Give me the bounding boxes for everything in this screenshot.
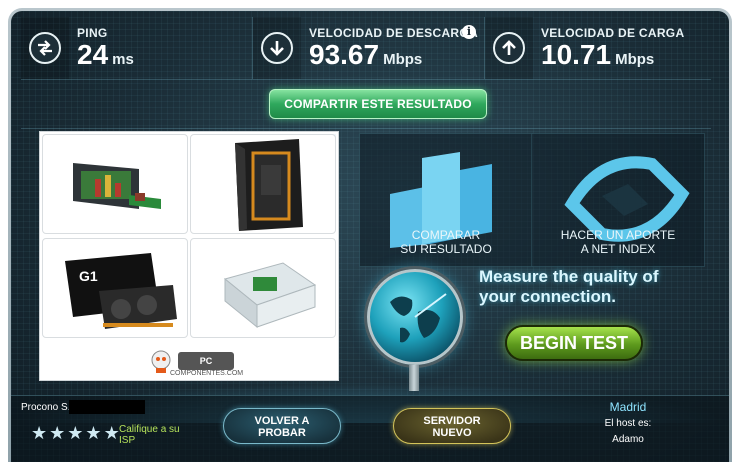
- ping-body: PING 24 ms: [77, 26, 134, 70]
- speedtest-frame: PING 24 ms VELOCIDAD DE DESCARGA 93.67 M…: [8, 8, 732, 462]
- ping-value: 24: [77, 39, 109, 70]
- upload-body: VELOCIDAD DE CARGA 10.71 Mbps: [541, 26, 684, 70]
- svg-text:G1: G1: [79, 268, 98, 284]
- measure-text: Measure the quality of your connection.: [479, 267, 658, 307]
- compare-result-panel[interactable]: COMPARAR SU RESULTADO: [359, 133, 533, 267]
- advertisement[interactable]: ▷ ✕: [39, 131, 339, 381]
- download-label: VELOCIDAD DE DESCARGA: [309, 26, 478, 40]
- ping-icon-wrap: [21, 17, 69, 79]
- measure-line1: Measure the quality of: [479, 267, 659, 286]
- donate-line2: A NET INDEX: [580, 242, 656, 256]
- redacted-block: [69, 400, 145, 414]
- upload-label: VELOCIDAD DE CARGA: [541, 26, 685, 40]
- download-value: 93.67: [309, 39, 380, 70]
- rate-line1: Califique a su: [119, 424, 180, 435]
- server-city: Madrid: [609, 400, 647, 414]
- upload-stat: VELOCIDAD DE CARGA 10.71 Mbps: [485, 17, 711, 79]
- ping-stat: PING 24 ms: [21, 17, 253, 79]
- download-unit: Mbps: [383, 51, 423, 68]
- compare-line1: COMPARAR: [411, 228, 481, 242]
- server-line1: SERVIDOR: [423, 415, 481, 427]
- ad-product-display-board[interactable]: [42, 134, 188, 234]
- ping-value-row: 24 ms: [77, 40, 134, 70]
- globe-icon: [367, 269, 463, 365]
- star-icon[interactable]: ★: [104, 424, 120, 442]
- ad-product-pc-case[interactable]: [190, 134, 336, 234]
- ad-product-graphics-card[interactable]: G1: [42, 238, 188, 338]
- pc-logo-text: PC: [178, 352, 234, 370]
- star-icon[interactable]: ★: [85, 424, 101, 442]
- retry-line2: PROBAR: [258, 427, 306, 439]
- retry-line1: VOLVER A: [254, 415, 310, 427]
- arrow-up-icon: [493, 32, 525, 64]
- server-info: Madrid El host es: Adamo: [543, 400, 713, 460]
- retry-button[interactable]: VOLVER A PROBAR: [223, 408, 341, 444]
- ad-product-raspberry-case[interactable]: [190, 238, 336, 338]
- download-body: VELOCIDAD DE DESCARGA 93.67 Mbps: [309, 26, 478, 70]
- star-icon[interactable]: ★: [49, 424, 65, 442]
- star-icon[interactable]: ★: [67, 424, 83, 442]
- share-result-button[interactable]: COMPARTIR ESTE RESULTADO: [269, 89, 487, 119]
- download-value-row: 93.67 Mbps: [309, 40, 478, 70]
- share-row: COMPARTIR ESTE RESULTADO: [21, 79, 711, 129]
- download-icon-wrap: [253, 17, 301, 79]
- compare-text: COMPARAR SU RESULTADO: [360, 228, 532, 256]
- donate-line1: HACER UN APORTE: [560, 228, 676, 242]
- globe-stand: [409, 365, 419, 391]
- ping-unit: ms: [112, 51, 134, 68]
- rate-line2: ISP: [119, 435, 136, 446]
- bottom-bar: Procono S.A. ★ ★ ★ ★ ★ Califique a su IS…: [11, 395, 729, 462]
- arrow-down-icon: [261, 32, 293, 64]
- download-stat: VELOCIDAD DE DESCARGA 93.67 Mbps i: [253, 17, 485, 79]
- new-server-button[interactable]: SERVIDOR NUEVO: [393, 408, 511, 444]
- isp-rating: Procono S.A. ★ ★ ★ ★ ★ Califique a su IS…: [21, 400, 189, 458]
- stats-bar: PING 24 ms VELOCIDAD DE DESCARGA 93.67 M…: [21, 17, 711, 79]
- host-value: Adamo: [612, 434, 644, 445]
- host-label: El host es:: [604, 418, 652, 429]
- donate-text: HACER UN APORTE A NET INDEX: [532, 228, 704, 256]
- star-icon[interactable]: ★: [31, 424, 47, 442]
- rate-isp-label: Califique a su ISP: [119, 424, 189, 446]
- donate-panel[interactable]: HACER UN APORTE A NET INDEX: [531, 133, 705, 267]
- info-icon[interactable]: i: [462, 25, 476, 39]
- begin-test-button[interactable]: BEGIN TEST: [505, 325, 643, 361]
- server-line2: NUEVO: [432, 427, 472, 439]
- star-rating[interactable]: ★ ★ ★ ★ ★: [31, 424, 120, 442]
- upload-value: 10.71: [541, 39, 612, 70]
- compare-line2: SU RESULTADO: [400, 242, 492, 256]
- isp-name: Procono S.A.: [21, 400, 189, 414]
- upload-value-row: 10.71 Mbps: [541, 40, 684, 70]
- measure-line2: your connection.: [479, 287, 616, 306]
- speedtest-screen: PING 24 ms VELOCIDAD DE DESCARGA 93.67 M…: [11, 11, 729, 462]
- pc-logo-caption: COMPONENTES.COM: [170, 370, 244, 377]
- upload-icon-wrap: [485, 17, 533, 79]
- upload-unit: Mbps: [615, 51, 655, 68]
- ping-label: PING: [77, 26, 108, 40]
- ping-icon: [29, 32, 61, 64]
